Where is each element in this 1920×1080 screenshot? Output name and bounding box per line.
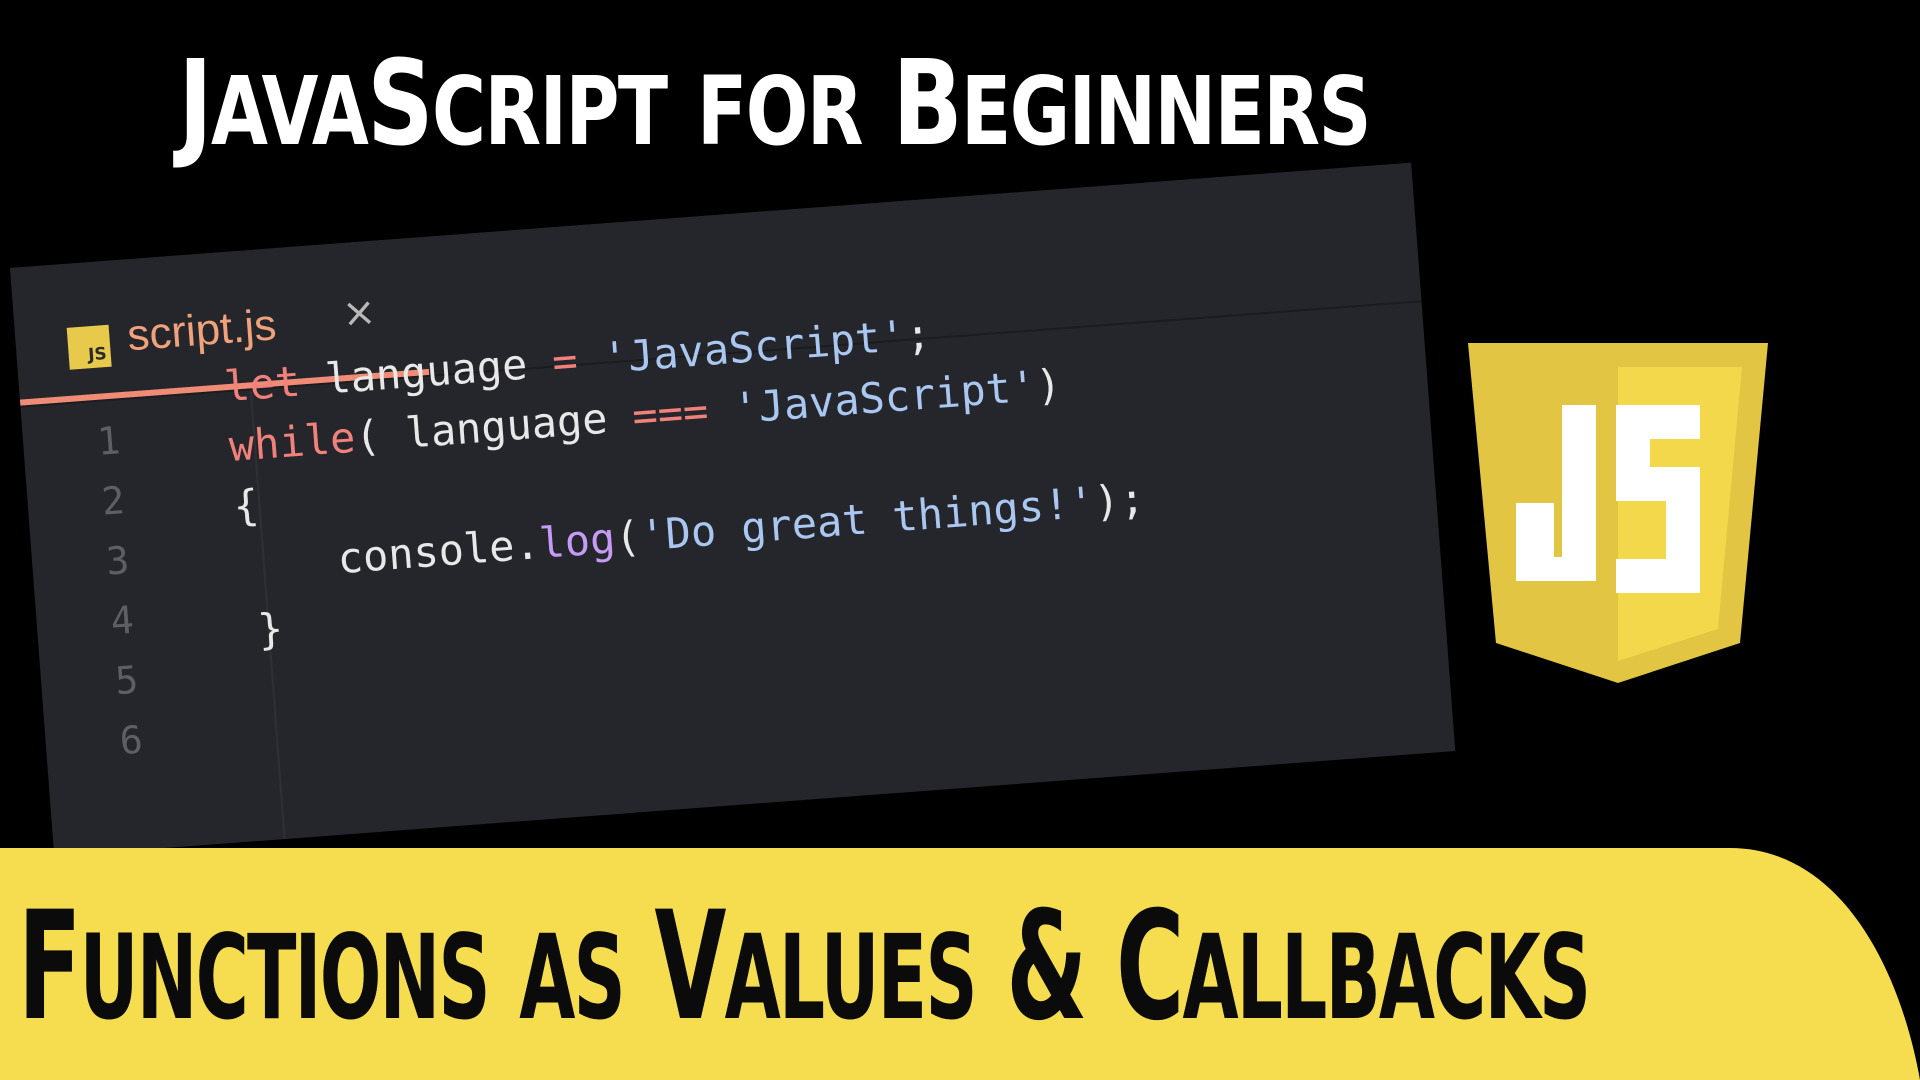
identifier-token: ( language (353, 391, 635, 462)
subtitle-word: allbacks (1182, 909, 1591, 1046)
code-line-4[interactable]: console.log('Do great things!'); (336, 474, 1147, 584)
page-subtitle: Functions as Values & Callbacks (18, 880, 1591, 1054)
title-word: for (697, 57, 863, 167)
code-editor-window: JS script.js × 1 2 3 4 5 6 let language … (10, 162, 1456, 857)
js-file-icon: JS (66, 324, 112, 370)
javascript-shield-icon (1468, 343, 1768, 683)
line-number: 3 (104, 537, 131, 584)
title-word: ava (211, 57, 369, 167)
title-space (667, 34, 697, 172)
line-number: 5 (113, 657, 140, 704)
subtitle-letter: C (1116, 880, 1184, 1054)
string-token: 'JavaScript' (731, 361, 1038, 434)
subtitle-space (489, 880, 520, 1054)
punctuation-token: ; (903, 309, 933, 360)
title-word: cript (432, 57, 668, 167)
tab-label: script.js (125, 300, 278, 361)
page-title: JavaScript for Beginners (0, 34, 1548, 172)
code-line-5[interactable]: } (256, 604, 285, 655)
identifier-token: console. (335, 519, 542, 584)
keyword-token: let (222, 356, 302, 412)
title-letter: B (892, 34, 962, 172)
punctuation-token: ) (1034, 359, 1063, 411)
line-number: 1 (95, 418, 122, 464)
logo-letter-s (1616, 405, 1700, 593)
operator-token: = (550, 335, 580, 387)
title-letter: J (178, 34, 212, 172)
title-letter: S (367, 34, 433, 172)
title-word: eginners (961, 57, 1371, 167)
operator-token: === (630, 386, 710, 441)
subtitle-word: as (519, 909, 626, 1046)
title-space (862, 34, 892, 172)
subtitle-letter: F (18, 880, 82, 1054)
subtitle-ampersand: & (975, 880, 1117, 1054)
js-file-icon-label: JS (87, 344, 108, 366)
subtitle-word: unctions (79, 909, 491, 1046)
keyword-token: while (227, 412, 357, 472)
line-number: 6 (118, 717, 145, 764)
close-icon[interactable]: × (341, 289, 378, 337)
subtitle-space (624, 880, 655, 1054)
punctuation-token: ); (1092, 473, 1147, 527)
code-line-3[interactable]: { (232, 480, 261, 531)
string-token: 'Do great things!' (638, 477, 1097, 561)
thumbnail-canvas: JavaScript for Beginners JS script.js × … (0, 0, 1920, 1080)
subtitle-letter: V (654, 880, 726, 1054)
line-number: 4 (109, 597, 136, 644)
line-number: 2 (100, 478, 127, 524)
subtitle-word: alues (724, 909, 978, 1046)
function-token: log (537, 513, 617, 569)
